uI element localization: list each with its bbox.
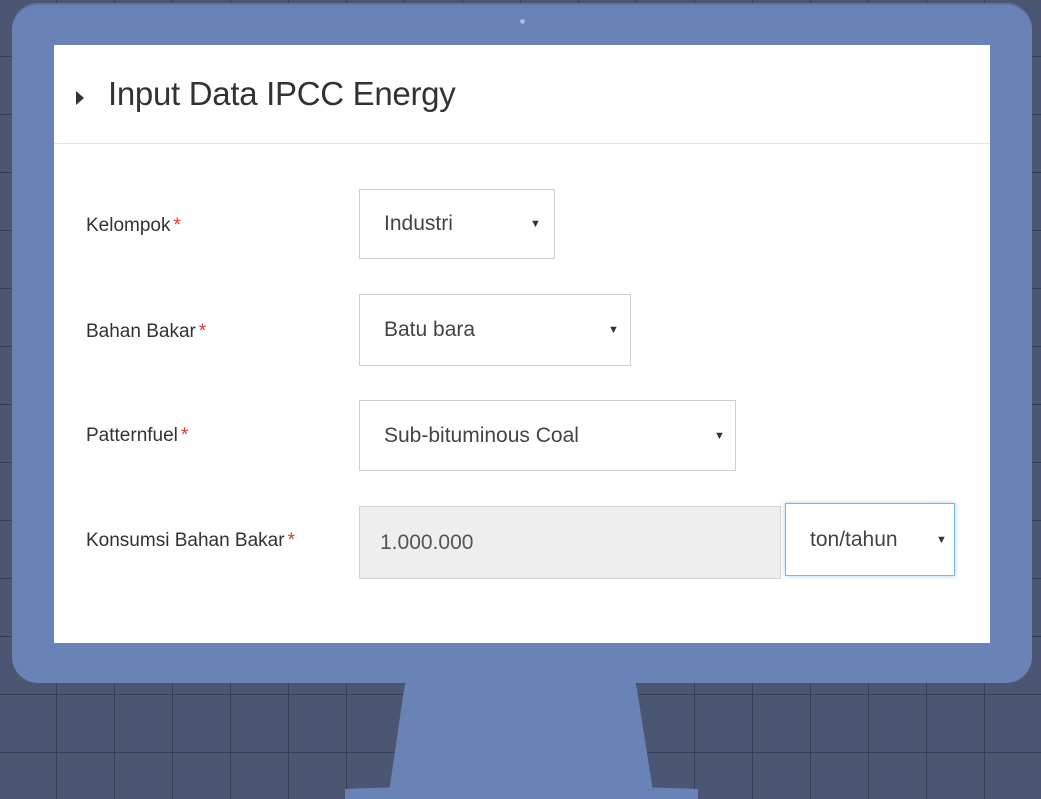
bahan-bakar-select[interactable]: Batu bara ▼: [359, 294, 631, 366]
unit-select[interactable]: ton/tahun ▼: [785, 503, 955, 576]
chevron-down-icon: ▼: [714, 429, 725, 442]
kelompok-select-value: Industri: [384, 212, 453, 235]
patternfuel-label-text: Patternfuel: [86, 425, 178, 446]
bahan-bakar-label-text: Bahan Bakar: [86, 321, 196, 342]
kelompok-label: Kelompok *: [86, 215, 181, 237]
konsumsi-label-text: Konsumsi Bahan Bakar: [86, 530, 285, 551]
unit-select-value: ton/tahun: [810, 527, 898, 551]
kelompok-label-text: Kelompok: [86, 215, 171, 236]
bahan-bakar-select-value: Batu bara: [384, 318, 476, 341]
kelompok-select[interactable]: Industri ▼: [359, 189, 555, 259]
required-marker: *: [173, 215, 181, 236]
bahan-bakar-label: Bahan Bakar *: [86, 321, 206, 343]
chevron-down-icon: ▼: [608, 324, 619, 336]
required-marker: *: [287, 530, 295, 551]
chevron-down-icon: ▼: [936, 533, 947, 546]
patternfuel-select-value: Sub-bituminous Coal: [384, 423, 579, 447]
chevron-down-icon: ▼: [530, 218, 541, 230]
monitor-stand-base: [345, 785, 698, 799]
panel-header: Input Data IPCC Energy: [54, 45, 990, 144]
patternfuel-select[interactable]: Sub-bituminous Coal ▼: [359, 400, 736, 471]
monitor-stand-neck: [389, 683, 653, 797]
caret-right-icon[interactable]: [76, 91, 84, 105]
konsumsi-input-value: 1.000.000: [380, 530, 474, 554]
required-marker: *: [198, 321, 207, 342]
screen: Input Data IPCC Energy Kelompok * Industr…: [54, 45, 990, 643]
konsumsi-input[interactable]: 1.000.000: [359, 506, 781, 579]
konsumsi-label: Konsumsi Bahan Bakar *: [86, 530, 295, 552]
webcam-dot: [520, 19, 525, 24]
patternfuel-label: Patternfuel *: [86, 425, 188, 447]
required-marker: *: [180, 425, 189, 446]
page-title: Input Data IPCC Energy: [108, 75, 456, 112]
